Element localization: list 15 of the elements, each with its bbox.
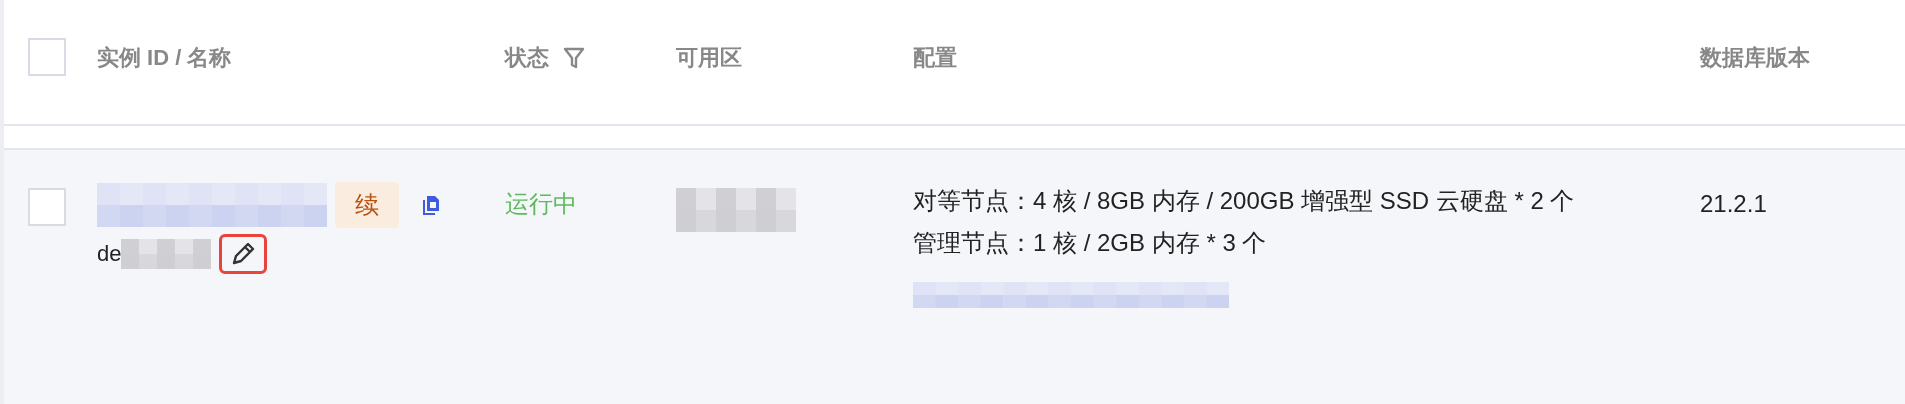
column-header: 数据库版本 bbox=[1700, 44, 1810, 72]
version-text: 21.2.1 bbox=[1700, 190, 1768, 218]
config-text: 管理节点：1 核 / 2GB 内存 * 3 个 bbox=[913, 228, 1268, 258]
column-header: 状态 bbox=[505, 44, 549, 72]
config-text: 对等节点：4 核 / 8GB 内存 / 200GB 增强型 SSD 云硬盘 * 2 个 bbox=[913, 186, 1576, 216]
column-header: 可用区 bbox=[676, 44, 742, 72]
checkbox[interactable] bbox=[28, 38, 66, 76]
edit-button[interactable] bbox=[219, 234, 268, 274]
filter-icon[interactable] bbox=[563, 46, 585, 70]
status-text: 运行中 bbox=[505, 189, 578, 219]
instance-name: de bbox=[97, 241, 122, 267]
checkbox[interactable] bbox=[28, 188, 66, 226]
renew-badge[interactable]: 续 bbox=[335, 182, 399, 228]
column-header: 实例 ID / 名称 bbox=[97, 44, 232, 72]
column-header: 配置 bbox=[913, 44, 957, 72]
